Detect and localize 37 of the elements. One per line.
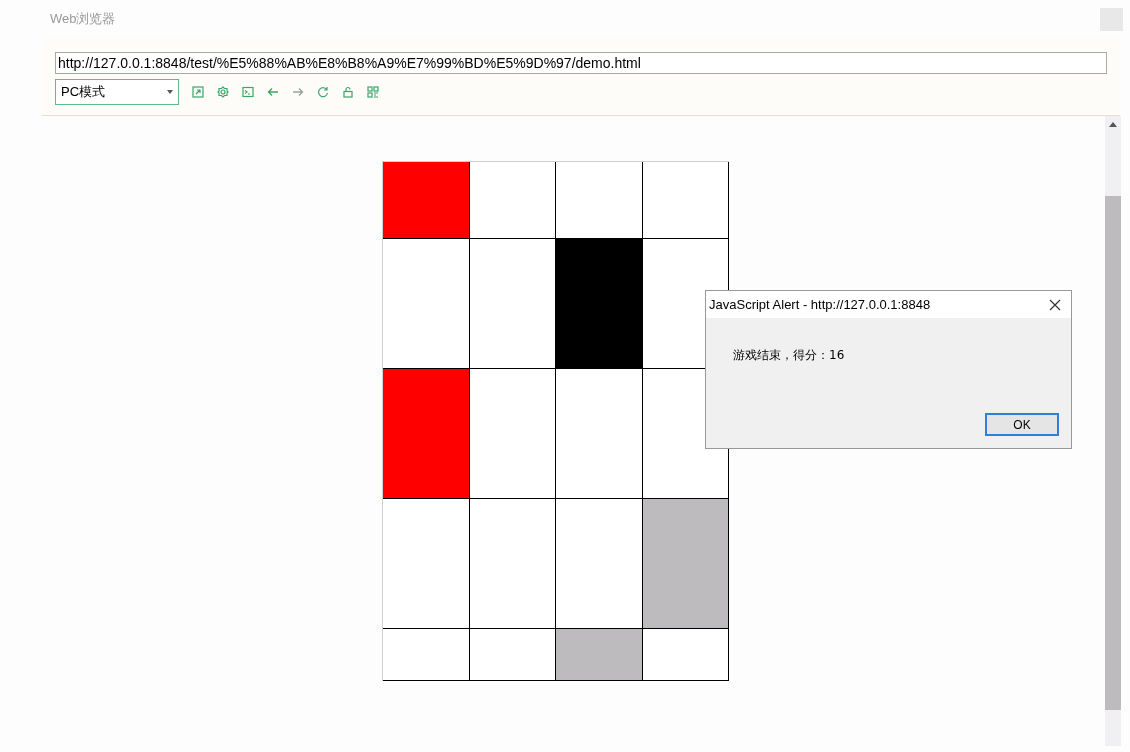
grid-tile[interactable]	[556, 629, 643, 681]
settings-icon[interactable]	[217, 86, 229, 98]
grid-tile[interactable]	[642, 162, 729, 239]
grid-tile[interactable]	[383, 369, 470, 499]
forward-arrow-icon[interactable]	[292, 86, 304, 98]
grid-tile[interactable]	[383, 499, 470, 629]
grid-tile[interactable]	[556, 499, 643, 629]
alert-message: 游戏结束，得分：16	[733, 347, 846, 364]
grid-tile[interactable]	[383, 162, 470, 239]
back-arrow-icon[interactable]	[267, 86, 279, 98]
window-title: Web浏览器	[50, 10, 116, 29]
grid-tile[interactable]	[469, 499, 556, 629]
scrollbar[interactable]	[1105, 116, 1121, 746]
grid-icon[interactable]	[367, 86, 379, 98]
scroll-up-icon[interactable]	[1109, 122, 1117, 127]
grid-tile[interactable]	[383, 239, 470, 369]
grid-tile[interactable]	[383, 629, 470, 681]
ok-button[interactable]: OK	[985, 413, 1059, 436]
grid-tile[interactable]	[469, 629, 556, 681]
grid-tile[interactable]	[556, 239, 643, 369]
grid-tile[interactable]	[469, 239, 556, 369]
terminal-icon[interactable]	[242, 86, 254, 98]
lock-icon[interactable]	[342, 86, 354, 98]
grid-tile[interactable]	[556, 162, 643, 239]
scrollbar-thumb[interactable]	[1105, 196, 1121, 710]
external-link-icon[interactable]	[192, 86, 204, 98]
grid-tile[interactable]	[556, 369, 643, 499]
mode-dropdown[interactable]: PC模式	[55, 79, 179, 105]
reload-icon[interactable]	[317, 86, 329, 98]
grid-tile[interactable]	[642, 629, 729, 681]
grid-tile[interactable]	[642, 499, 729, 629]
caret-icon	[167, 90, 173, 94]
grid-tile[interactable]	[469, 369, 556, 499]
grid-tile[interactable]	[469, 162, 556, 239]
address-field[interactable]: http://127.0.0.1:8848/test/%E5%88%AB%E8%B8%A9%E7%99%BD%E5%9D%97/demo.html	[55, 52, 1107, 74]
close-icon[interactable]	[1049, 298, 1061, 311]
dialog-title: JavaScript Alert - http://127.0.0.1:8848	[709, 295, 931, 314]
